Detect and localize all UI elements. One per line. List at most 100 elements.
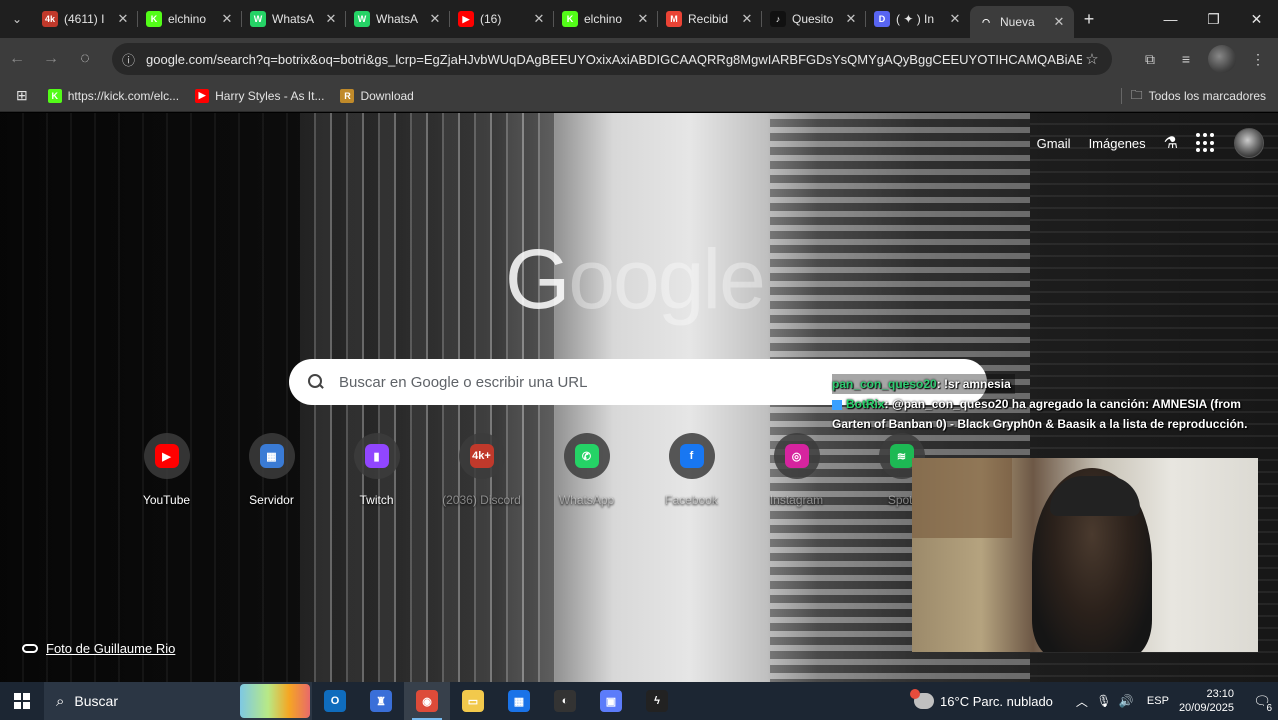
- bookmark-item[interactable]: R Download: [332, 83, 421, 109]
- all-bookmarks-button[interactable]: 🗀 Todos los marcadores: [1131, 83, 1266, 109]
- search-placeholder[interactable]: Buscar en Google o escribir una URL: [339, 374, 587, 391]
- apps-grid-icon: ⊞: [16, 87, 28, 103]
- shortcut-tile[interactable]: ▦ Servidor: [219, 433, 324, 507]
- close-tab-icon[interactable]: ✕: [532, 11, 546, 27]
- photo-credit-link[interactable]: Foto de Guillaume Rio: [22, 641, 175, 656]
- browser-tab[interactable]: D ( ✦ ) In ✕: [866, 0, 970, 38]
- taskbar-search[interactable]: ⌕ Buscar: [44, 682, 312, 720]
- site-info-icon[interactable]: ⓘ: [122, 50, 146, 69]
- close-tab-icon[interactable]: ✕: [740, 11, 754, 27]
- shortcut-tile[interactable]: 4k+ (2036) Discord: [429, 433, 534, 507]
- close-window-button[interactable]: ✕: [1235, 0, 1278, 38]
- browser-tab[interactable]: W WhatsA ✕: [242, 0, 346, 38]
- browser-tab[interactable]: Kelchino ✕: [138, 0, 242, 38]
- images-link[interactable]: Imágenes: [1089, 136, 1146, 151]
- close-tab-icon[interactable]: ✕: [324, 11, 338, 27]
- spotify-icon: ≋: [889, 444, 914, 468]
- browser-tab[interactable]: 4k (4611) I ✕: [34, 0, 138, 38]
- profile-avatar[interactable]: [1208, 45, 1236, 73]
- address-bar[interactable]: ⓘ google.com/search?q=botrix&oq=botri&gs…: [112, 43, 1112, 75]
- shortcut-tile[interactable]: ▮ Twitch: [324, 433, 429, 507]
- bookmark-item[interactable]: ▶ Harry Styles - As It...: [187, 83, 332, 109]
- taskbar-app[interactable]: ▭: [450, 682, 496, 720]
- photo-credit-label[interactable]: Foto de Guillaume Rio: [46, 641, 175, 656]
- google-apps-icon[interactable]: [1196, 133, 1216, 153]
- chat-bot-name: BotRix: [846, 397, 885, 411]
- chat-message-1: pan_con_queso20: !sr amnesia: [832, 374, 1276, 394]
- taskbar-app[interactable]: ▦: [496, 682, 542, 720]
- close-tab-icon[interactable]: ✕: [220, 11, 234, 27]
- browser-tab[interactable]: W WhatsA ✕: [346, 0, 450, 38]
- minimize-button[interactable]: —: [1149, 0, 1192, 38]
- notification-center-button[interactable]: 🗨 6: [1246, 682, 1278, 720]
- close-tab-icon[interactable]: ✕: [948, 11, 962, 27]
- bookmark-favicon-icon: R: [340, 88, 355, 103]
- notification-count: 6: [1264, 703, 1274, 714]
- taskbar-app[interactable]: ϟ: [634, 682, 680, 720]
- url-text[interactable]: google.com/search?q=botrix&oq=botri&gs_l…: [146, 52, 1082, 67]
- browser-tab[interactable]: Kelchino ✕: [554, 0, 658, 38]
- taskbar-app[interactable]: ◉: [404, 682, 450, 720]
- windows-logo-icon: [14, 693, 30, 709]
- bookmark-item[interactable]: Khttps://kick.com/elc...: [40, 83, 187, 109]
- whatsapp-icon: W: [250, 11, 266, 27]
- taskbar-app[interactable]: ♜: [358, 682, 404, 720]
- browser-tab[interactable]: ▶ (16) ✕: [450, 0, 554, 38]
- shortcut-tile[interactable]: f Facebook: [639, 433, 744, 507]
- webcam-background: [912, 458, 1012, 538]
- bookmark-favicon-icon: K: [47, 88, 62, 103]
- microphone-icon[interactable]: 🎙: [1093, 694, 1115, 708]
- tab-title: Nueva: [1000, 15, 1035, 29]
- weather-widget[interactable]: 16°C Parc. nublado: [910, 689, 1053, 709]
- taskbar-search-label[interactable]: Buscar: [74, 693, 118, 709]
- whatsapp-icon: W: [354, 11, 370, 27]
- chat-message-2: BotRix: @pan_con_queso20 ha agregado la …: [832, 394, 1276, 434]
- close-tab-icon[interactable]: ✕: [636, 11, 650, 27]
- close-tab-icon[interactable]: ✕: [116, 11, 130, 27]
- language-indicator[interactable]: ESP: [1147, 695, 1169, 707]
- labs-flask-icon[interactable]: ⚗: [1164, 133, 1178, 153]
- bookmark-label: Harry Styles - As It...: [215, 88, 325, 103]
- browser-tab[interactable]: ◠ Nueva ✕: [970, 6, 1074, 38]
- taskbar-app[interactable]: ◐: [542, 682, 588, 720]
- background-photo-left: [0, 113, 300, 682]
- chevron-up-icon[interactable]: ︿: [1071, 693, 1093, 710]
- bookmarks-divider: [1121, 88, 1122, 104]
- close-tab-icon[interactable]: ✕: [428, 11, 442, 27]
- apps-button[interactable]: ⊞: [10, 83, 34, 109]
- bookmark-star-icon[interactable]: ☆: [1082, 50, 1102, 68]
- taskbar-app[interactable]: O: [312, 682, 358, 720]
- back-button[interactable]: ←: [0, 42, 34, 76]
- menu-kebab-icon[interactable]: ⋮: [1244, 45, 1272, 73]
- tab-search-button[interactable]: ⌄: [0, 0, 34, 38]
- tab-strip: ⌄ 4k (4611) I ✕ Kelchino ✕ W WhatsA ✕ W WhatsA ✕ ▶ (…: [0, 0, 1278, 38]
- taskbar-apps: O ♜ ◉ ▭ ▦ ◐ ▣ ϟ: [312, 682, 680, 720]
- gmail-link[interactable]: Gmail: [1037, 136, 1071, 151]
- forward-button[interactable]: →: [34, 42, 68, 76]
- kick-icon: K: [562, 11, 578, 27]
- taskbar-app[interactable]: ▣: [588, 682, 634, 720]
- stop-button[interactable]: ◌: [68, 42, 102, 76]
- clock[interactable]: 23:10 20/09/2025: [1179, 687, 1234, 715]
- search-icon: ⌕: [56, 692, 65, 710]
- media-controls-icon[interactable]: ≡: [1172, 45, 1200, 73]
- close-tab-icon[interactable]: ✕: [844, 11, 858, 27]
- tab-title: WhatsA: [272, 12, 315, 26]
- shortcut-tile[interactable]: ▶ YouTube: [114, 433, 219, 507]
- speaker-icon[interactable]: 🔊: [1115, 694, 1137, 708]
- shortcut-tile[interactable]: ✆ WhatsApp: [534, 433, 639, 507]
- tab-title: Recibid: [688, 12, 729, 26]
- shortcut-label: Instagram: [769, 493, 824, 507]
- webcam-overlay: [912, 458, 1258, 652]
- close-tab-icon[interactable]: ✕: [1052, 14, 1066, 30]
- new-tab-button[interactable]: +: [1074, 0, 1104, 38]
- folder-icon: 🗀: [1130, 87, 1143, 102]
- account-avatar[interactable]: [1234, 128, 1264, 158]
- start-button[interactable]: [0, 682, 44, 720]
- tab-title: (4611) I: [64, 12, 105, 26]
- browser-tab[interactable]: ♪ Quesito ✕: [762, 0, 866, 38]
- restore-button[interactable]: ❐: [1192, 0, 1235, 38]
- shortcut-tile[interactable]: ◎ Instagram: [744, 433, 849, 507]
- browser-tab[interactable]: M Recibid ✕: [658, 0, 762, 38]
- extensions-icon[interactable]: ⧉: [1136, 45, 1164, 73]
